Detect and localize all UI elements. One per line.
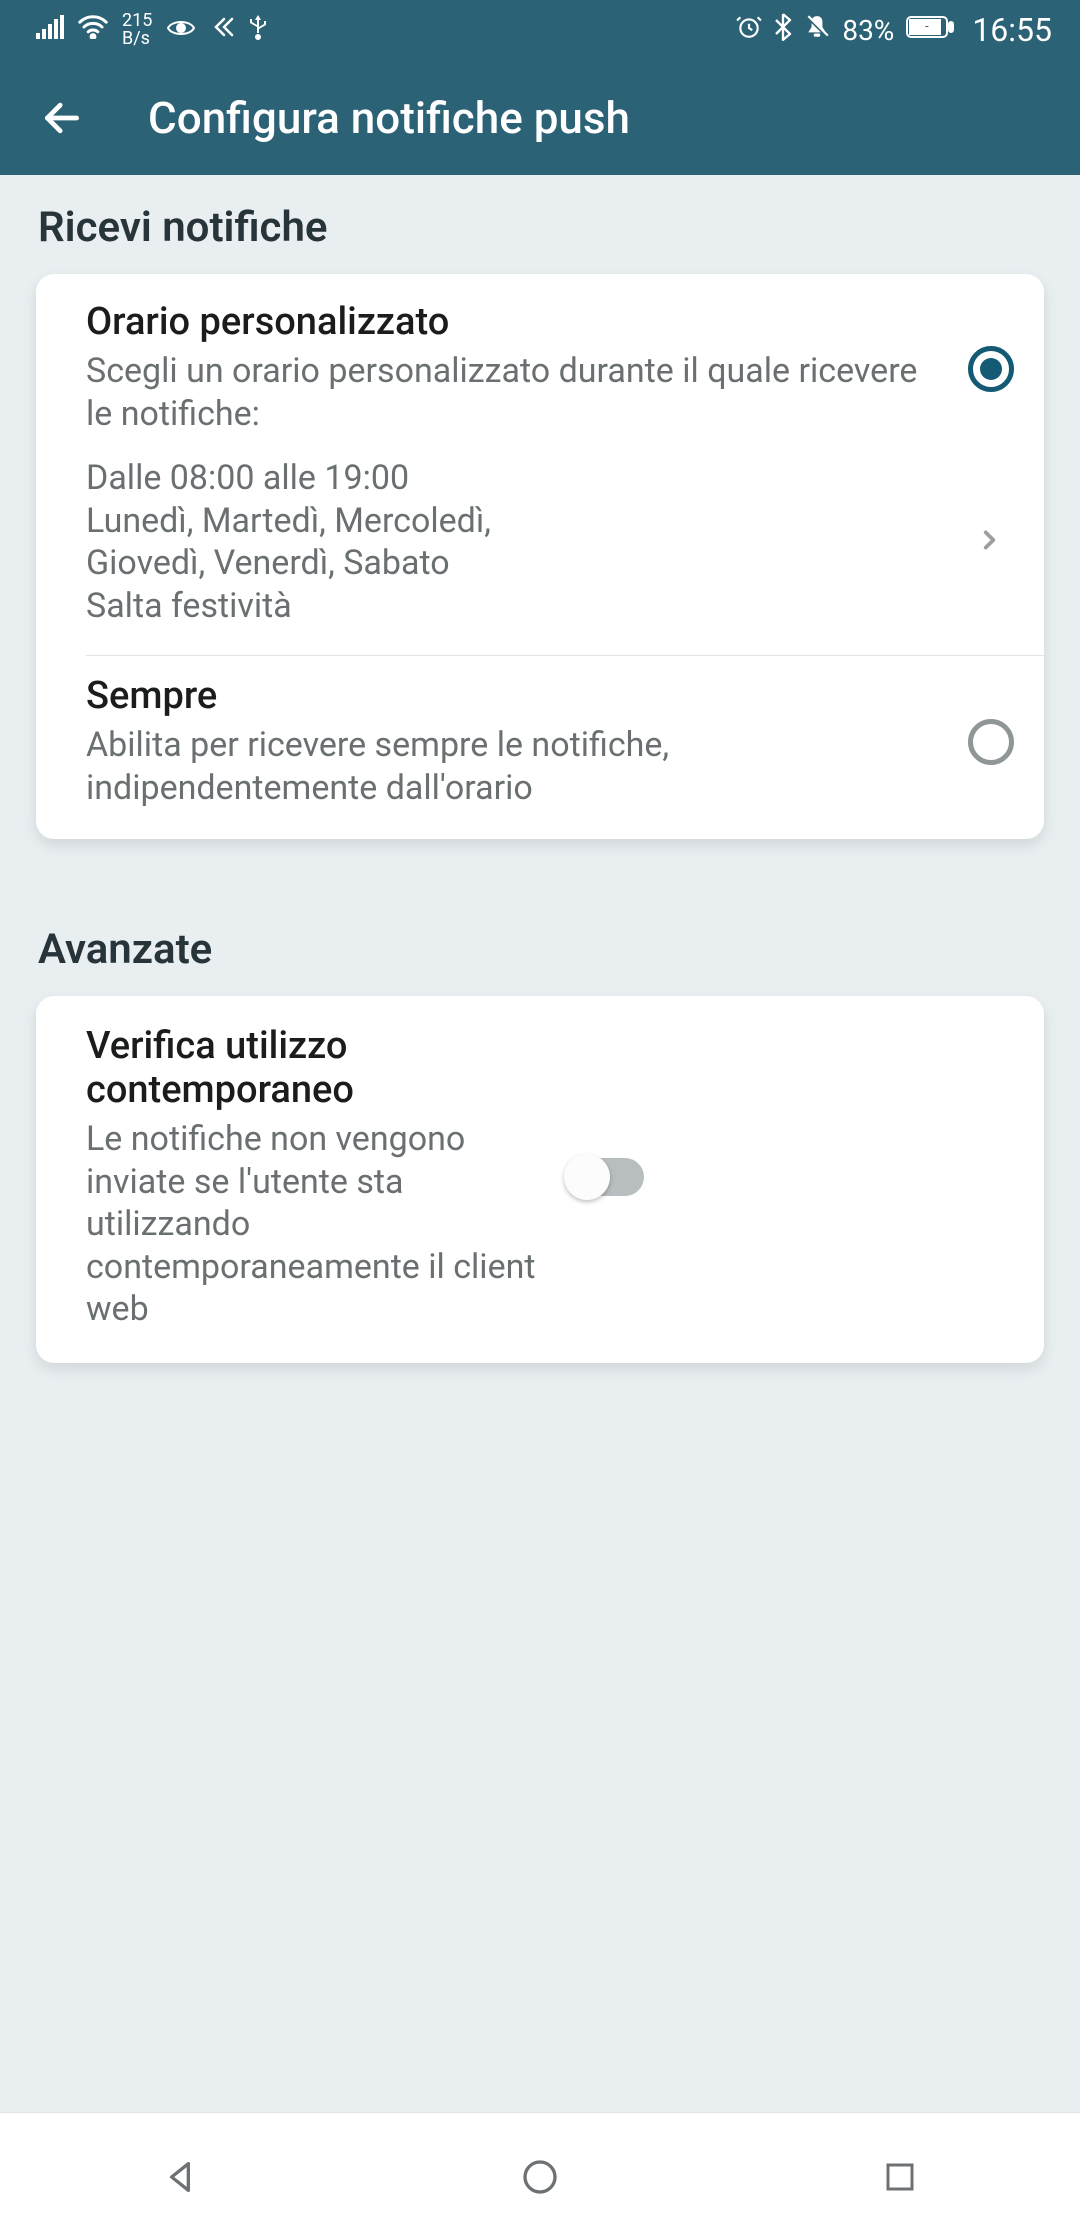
- switch-concurrent[interactable]: [566, 1158, 644, 1196]
- option-custom-desc: Scegli un orario personalizzato durante …: [86, 350, 948, 435]
- chevrons-icon: [210, 15, 234, 46]
- option-custom-schedule[interactable]: Orario personalizzato Scegli un orario p…: [36, 274, 1044, 457]
- option-custom-title: Orario personalizzato: [86, 300, 948, 344]
- card-advanced: Verifica utilizzo contemporaneo Le notif…: [36, 996, 1044, 1363]
- schedule-days: Lunedì, Martedì, Mercoledì, Giovedì, Ven…: [86, 500, 606, 585]
- concurrent-title: Verifica utilizzo contemporaneo: [86, 1024, 546, 1112]
- system-nav-bar: [0, 2112, 1080, 2240]
- app-bar: Configura notifiche push: [0, 60, 1080, 175]
- section-advanced-title: Avanzate: [38, 925, 1080, 974]
- row-concurrent-check[interactable]: Verifica utilizzo contemporaneo Le notif…: [36, 996, 1044, 1363]
- battery-percent: 83%: [842, 14, 894, 47]
- status-right: 83% 16:55: [736, 11, 1052, 49]
- option-always-title: Sempre: [86, 674, 948, 718]
- status-bar: 215 B/s 83% 16:55: [0, 0, 1080, 60]
- chevron-right-icon: [964, 520, 1014, 564]
- option-always[interactable]: Sempre Abilita per ricevere sempre le no…: [36, 656, 1044, 839]
- schedule-holiday: Salta festività: [86, 585, 964, 628]
- nav-recent-icon[interactable]: [876, 2153, 924, 2201]
- radio-always[interactable]: [968, 719, 1014, 765]
- eye-icon: [166, 15, 196, 45]
- status-left: 215 B/s: [36, 12, 268, 48]
- back-button[interactable]: [38, 94, 86, 142]
- clock: 16:55: [972, 11, 1052, 49]
- nav-back-icon[interactable]: [156, 2153, 204, 2201]
- option-always-desc: Abilita per ricevere sempre le notifiche…: [86, 724, 948, 809]
- wifi-icon: [78, 15, 108, 46]
- card-schedule-options: Orario personalizzato Scegli un orario p…: [36, 274, 1044, 839]
- schedule-detail-row[interactable]: Dalle 08:00 alle 19:00 Lunedì, Martedì, …: [36, 457, 1044, 655]
- signal-icon: [36, 15, 64, 46]
- content: Ricevi notifiche Orario personalizzato S…: [0, 203, 1080, 1363]
- radio-custom[interactable]: [968, 346, 1014, 392]
- alarm-icon: [736, 14, 762, 47]
- page-title: Configura notifiche push: [148, 92, 630, 144]
- schedule-time: Dalle 08:00 alle 19:00: [86, 457, 964, 500]
- bluetooth-icon: [774, 13, 792, 48]
- nav-home-icon[interactable]: [516, 2153, 564, 2201]
- battery-icon: [906, 15, 954, 46]
- net-speed: 215 B/s: [122, 12, 152, 48]
- usb-icon: [248, 13, 268, 48]
- concurrent-desc: Le notifiche non vengono inviate se l'ut…: [86, 1118, 546, 1331]
- section-receive-title: Ricevi notifiche: [38, 203, 1080, 252]
- mute-icon: [804, 14, 830, 47]
